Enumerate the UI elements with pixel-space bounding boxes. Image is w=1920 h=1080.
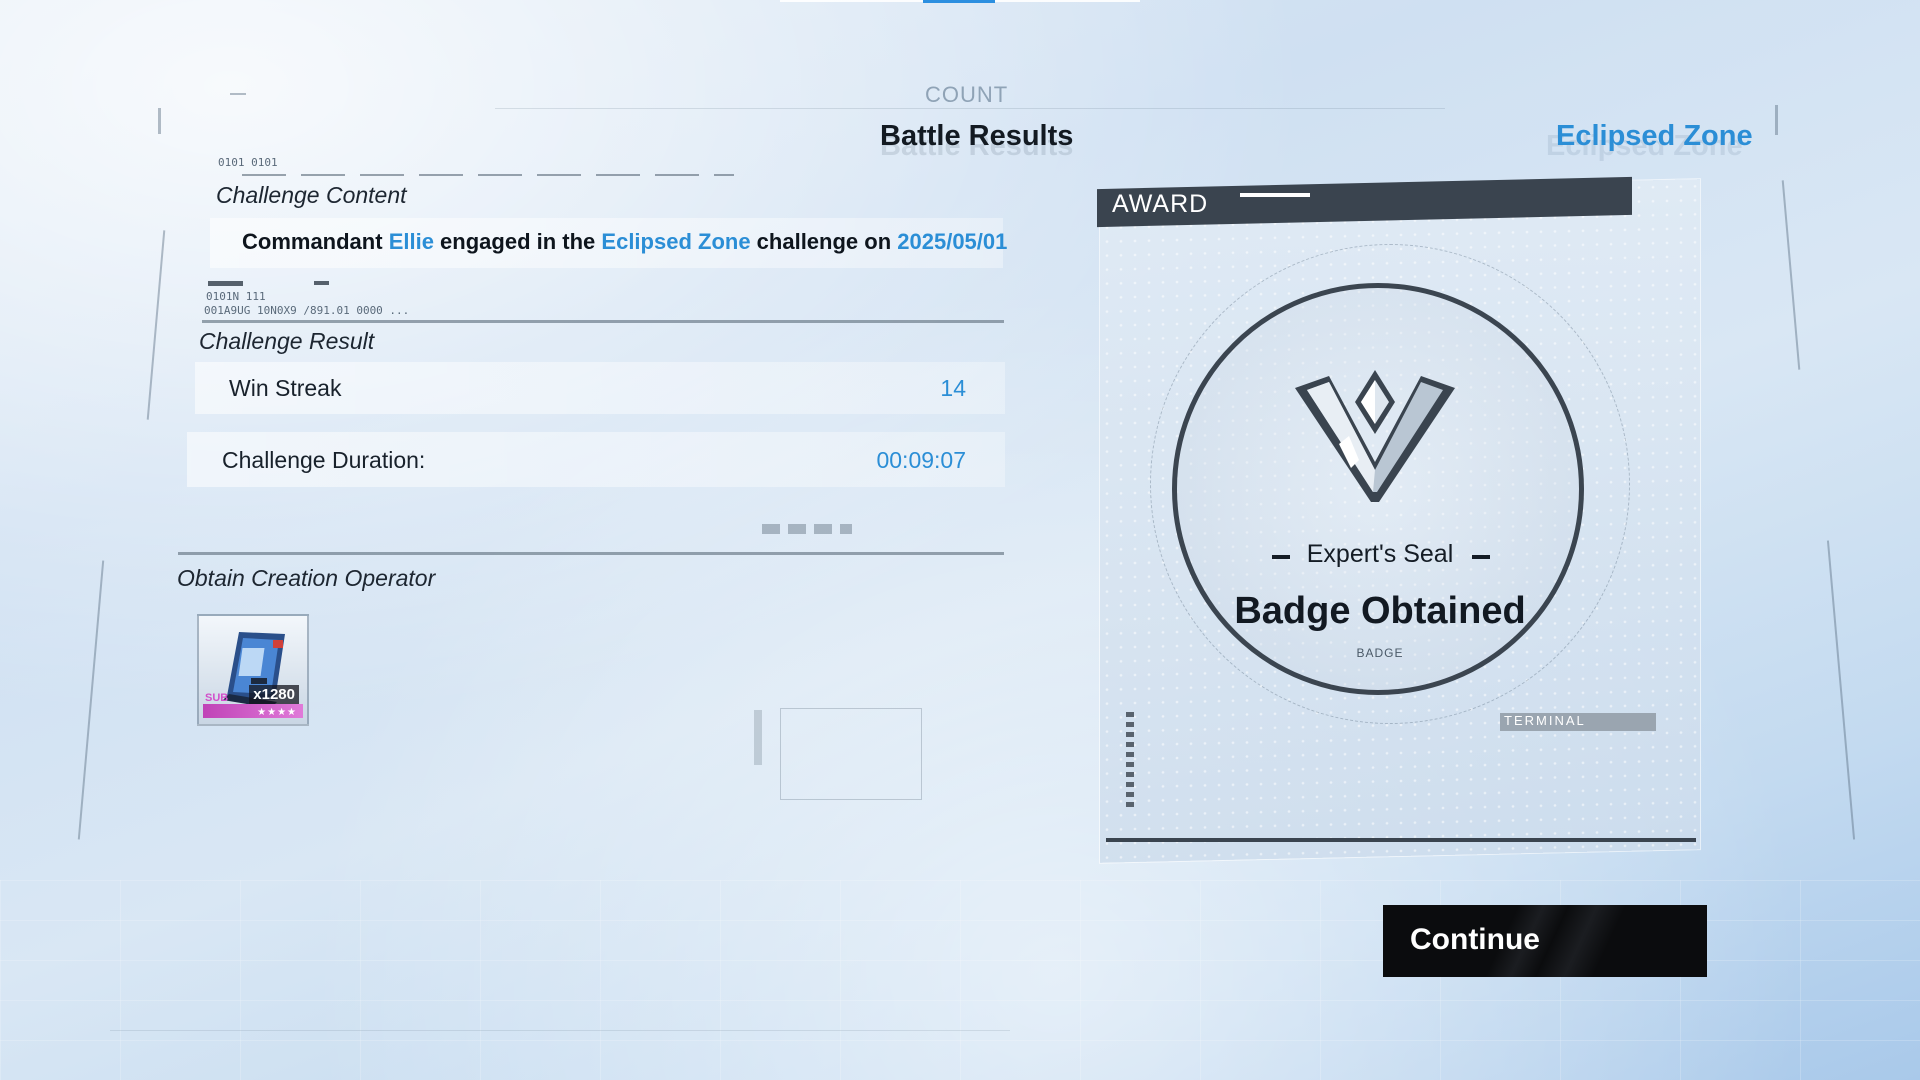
zone-title: Eclipsed Zone bbox=[1556, 120, 1753, 152]
section-divider-1 bbox=[202, 320, 1004, 323]
challenge-date: 2025/05/01 bbox=[897, 229, 1008, 254]
challenge-content-label: Challenge Content bbox=[216, 182, 407, 208]
item-stars: ★★★★ bbox=[257, 707, 297, 718]
expert-seal-badge-icon bbox=[1295, 370, 1455, 502]
win-streak-label: Win Streak bbox=[229, 375, 342, 401]
commandant-name: Ellie bbox=[388, 229, 434, 254]
decor-dashes bbox=[242, 174, 734, 176]
duration-label: Challenge Duration: bbox=[222, 447, 426, 473]
bottom-rule bbox=[110, 1030, 1010, 1031]
count-label: COUNT bbox=[925, 82, 1009, 107]
seal-name: Expert's Seal bbox=[1306, 540, 1454, 568]
decor-block-small bbox=[314, 281, 329, 285]
duration-value: 00:09:07 bbox=[876, 447, 966, 473]
frame-tick-right bbox=[1775, 105, 1778, 135]
sentence-part2: engaged in the bbox=[433, 229, 602, 254]
frame-tick bbox=[158, 108, 161, 134]
top-tab-indicator bbox=[780, 0, 1140, 3]
continue-button[interactable]: Continue bbox=[1383, 905, 1707, 977]
badge-subtitle: BADGE bbox=[1356, 646, 1404, 660]
obtain-label: Obtain Creation Operator bbox=[177, 565, 436, 591]
decor-code-1: 0101 0101 bbox=[218, 156, 278, 169]
sentence-part1: Commandant bbox=[242, 229, 389, 254]
item-quantity: x1280 bbox=[249, 685, 299, 704]
badge-obtained-title: Badge Obtained bbox=[1234, 590, 1526, 632]
item-tag: SUB bbox=[205, 692, 229, 704]
sentence-part3: challenge on bbox=[750, 229, 898, 254]
page-title: Battle Results bbox=[880, 120, 1074, 152]
zone-name: Eclipsed Zone bbox=[601, 229, 751, 254]
award-side-ticks bbox=[1126, 712, 1134, 812]
reward-item-card[interactable]: SUB x1280 ★★★★ bbox=[197, 614, 309, 726]
decor-blocks bbox=[762, 524, 852, 534]
continue-label: Continue bbox=[1410, 923, 1540, 956]
challenge-content-sentence: Commandant Ellie engaged in the Eclipsed… bbox=[242, 229, 1007, 255]
top-tab-active bbox=[923, 0, 995, 3]
decor-code-3: 001A9UG 10N0X9 /891.01 0000 ... bbox=[204, 304, 410, 317]
decor-wireframe bbox=[780, 708, 922, 800]
terminal-tag: TERMINAL bbox=[1500, 713, 1656, 731]
award-header-dash bbox=[1240, 193, 1310, 197]
header-rule bbox=[495, 108, 1445, 109]
challenge-result-label: Challenge Result bbox=[199, 328, 375, 354]
win-streak-value: 14 bbox=[940, 375, 966, 401]
decor-dash bbox=[230, 93, 246, 95]
decor-code-2: 0101N 111 bbox=[206, 290, 266, 303]
decor-bar bbox=[754, 710, 762, 765]
section-divider-2 bbox=[178, 552, 1004, 555]
award-footer-bar bbox=[1106, 838, 1696, 842]
award-label: AWARD bbox=[1112, 190, 1209, 218]
decor-block bbox=[208, 281, 243, 286]
